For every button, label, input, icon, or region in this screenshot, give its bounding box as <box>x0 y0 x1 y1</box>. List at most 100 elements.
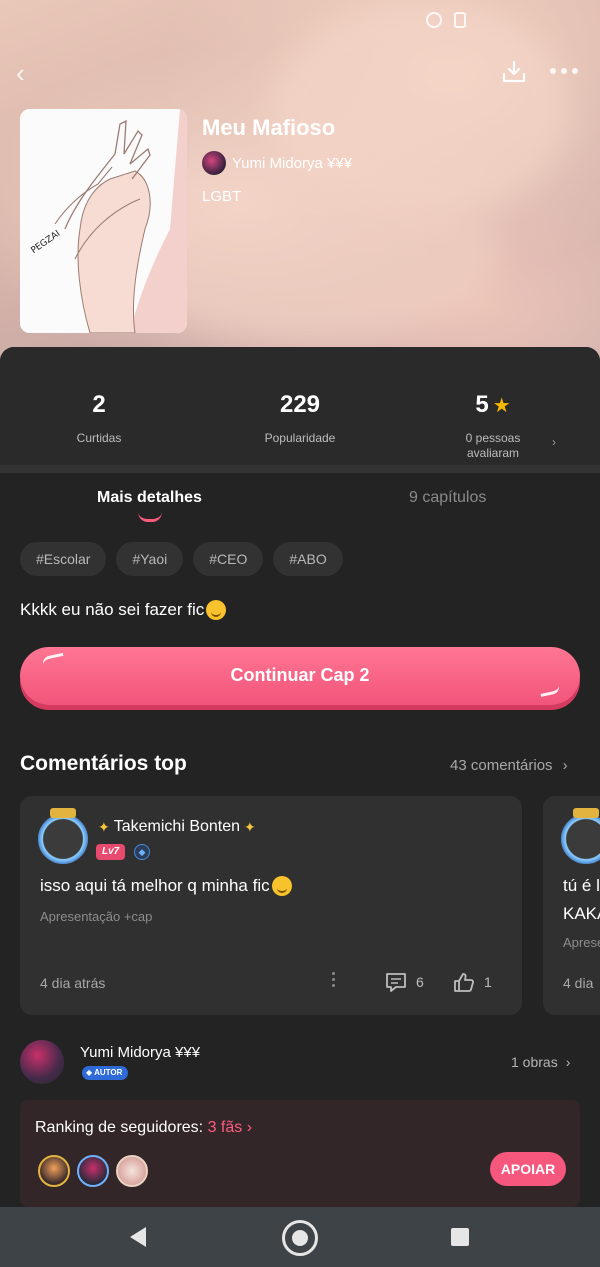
stat-popularity: 229 Popularidade <box>220 391 380 446</box>
laughing-emoji-icon <box>206 600 227 620</box>
sparkle-icon: ✦ <box>98 818 110 835</box>
author-works-link[interactable]: 1 obras › <box>511 1054 570 1070</box>
chevron-right-icon: › <box>562 757 568 774</box>
fan-avatars <box>38 1155 148 1187</box>
tag-chip[interactable]: #Yaoi <box>116 542 184 576</box>
button-shine <box>539 685 561 697</box>
status-bar-icons <box>426 12 466 28</box>
more-dot-icon <box>572 68 578 74</box>
comment-card[interactable]: tú é l KAKA Aprese 4 dia <box>543 796 600 1015</box>
all-comments-link[interactable]: 43 comentários › <box>450 757 568 774</box>
follower-ranking[interactable]: Ranking de seguidores: 3 fãs › APOIAR <box>20 1100 580 1207</box>
stat-rating[interactable]: 5 ★ 0 pessoas avaliaram <box>413 391 573 461</box>
chevron-right-icon[interactable]: › <box>552 435 556 449</box>
more-dot-icon <box>332 978 335 981</box>
water-drop-badge-icon: ◆ <box>134 844 150 860</box>
fan-avatar[interactable] <box>116 1155 148 1187</box>
nav-recents-icon[interactable] <box>451 1228 469 1246</box>
back-button[interactable]: ‹ <box>16 60 40 86</box>
stats-bar: 2 Curtidas 229 Popularidade 5 ★ 0 pessoa… <box>0 347 600 465</box>
button-shine <box>41 652 65 666</box>
author-avatar <box>202 151 226 175</box>
nav-back-icon[interactable] <box>130 1227 146 1247</box>
commenter-name[interactable]: ✦ Takemichi Bonten ✦ <box>98 818 256 836</box>
comments-count: 43 comentários <box>450 757 553 774</box>
story-genre: LGBT <box>202 188 242 205</box>
cover-art-hands: PEGZAI <box>20 109 187 333</box>
popularity-label: Popularidade <box>264 431 336 445</box>
support-button[interactable]: APOIAR <box>490 1152 566 1186</box>
top-comments-title: Comentários top <box>20 752 187 775</box>
stat-likes: 2 Curtidas <box>19 391 179 446</box>
rating-label-line2: avaliaram <box>466 446 520 460</box>
more-dot-icon <box>561 68 567 74</box>
story-title: Meu Mafioso <box>202 115 336 140</box>
author-name[interactable]: Yumi Midorya ¥¥¥ <box>80 1044 200 1061</box>
ranking-count: 3 fãs <box>207 1119 243 1136</box>
commenter-username: Takemichi Bonten <box>113 818 241 835</box>
author-avatar[interactable] <box>20 1040 64 1084</box>
reply-button[interactable]: 6 <box>384 971 424 993</box>
fan-avatar[interactable] <box>38 1155 70 1187</box>
comment-source[interactable]: Apresentação +cap <box>40 909 152 924</box>
comment-source[interactable]: Aprese <box>563 935 600 950</box>
ranking-label-text: Ranking de seguidores: <box>35 1119 204 1136</box>
comment-bubble-icon <box>386 973 406 992</box>
download-icon <box>502 60 526 83</box>
tag-chip[interactable]: #CEO <box>193 542 264 576</box>
description-text: Kkkk eu não sei fazer fic <box>20 600 205 619</box>
avatar-frame-crown <box>573 808 599 818</box>
comment-text: isso aqui tá melhor q minha fic <box>40 876 292 896</box>
works-count: 1 obras <box>511 1054 558 1070</box>
thumbs-up-icon <box>454 973 474 992</box>
tab-active-indicator <box>138 512 162 522</box>
tab-details[interactable]: Mais detalhes <box>97 489 202 507</box>
continue-button-label: Continuar Cap 2 <box>230 665 370 685</box>
chevron-right-icon: › <box>565 1054 571 1070</box>
author-name: Yumi Midorya ¥¥¥ <box>232 154 353 172</box>
rating-value: 5 <box>475 391 489 418</box>
more-dot-icon <box>550 68 556 74</box>
comment-text-line2: KAKA <box>563 904 600 923</box>
vibrate-icon <box>454 12 466 28</box>
continue-reading-button[interactable]: Continuar Cap 2 <box>20 647 580 705</box>
tab-chapters[interactable]: 9 capítulos <box>409 489 486 507</box>
popularity-value: 229 <box>279 391 321 418</box>
likes-value: 2 <box>92 391 106 418</box>
like-count: 1 <box>484 974 492 990</box>
laughing-emoji-icon <box>271 876 292 896</box>
tag-chip[interactable]: #Escolar <box>20 542 107 576</box>
reply-count: 6 <box>416 974 424 990</box>
comment-text-line1: tú é l <box>563 876 600 895</box>
more-dot-icon <box>332 984 335 987</box>
sparkle-icon: ✦ <box>244 818 256 835</box>
like-button[interactable]: 1 <box>452 971 492 993</box>
system-navigation-bar <box>0 1207 600 1267</box>
alarm-icon <box>426 12 442 28</box>
fan-avatar[interactable] <box>77 1155 109 1187</box>
story-cover[interactable]: PEGZAI <box>20 109 187 333</box>
ranking-label: Ranking de seguidores: 3 fãs › <box>35 1119 252 1137</box>
story-description: Kkkk eu não sei fazer fic <box>20 600 227 620</box>
details-panel: 2 Curtidas 229 Popularidade 5 ★ 0 pessoa… <box>0 347 600 1207</box>
story-author[interactable]: Yumi Midorya ¥¥¥ <box>202 151 352 175</box>
comment-card[interactable]: ✦ Takemichi Bonten ✦ Lv7 ◆ isso aqui tá … <box>20 796 522 1015</box>
author-badge: ◆ AUTOR <box>82 1066 129 1080</box>
tag-list: #Escolar #Yaoi #CEO #ABO <box>20 542 343 576</box>
download-button[interactable] <box>500 58 528 86</box>
nav-home-icon[interactable] <box>282 1220 318 1256</box>
section-divider <box>0 465 600 473</box>
more-dot-icon <box>332 972 335 975</box>
chevron-right-icon: › <box>246 1119 253 1136</box>
more-options-button[interactable] <box>550 64 580 78</box>
tag-chip[interactable]: #ABO <box>273 542 343 576</box>
star-icon: ★ <box>492 394 511 417</box>
comment-more-button[interactable] <box>332 972 336 990</box>
comment-time: 4 dia <box>563 975 594 991</box>
comment-time: 4 dia atrás <box>40 975 106 991</box>
commenter-avatar[interactable] <box>561 814 600 864</box>
comment-body: isso aqui tá melhor q minha fic <box>40 876 270 895</box>
commenter-avatar[interactable] <box>38 814 88 864</box>
level-badge: Lv7 <box>96 844 126 860</box>
avatar-frame-crown <box>50 808 76 818</box>
